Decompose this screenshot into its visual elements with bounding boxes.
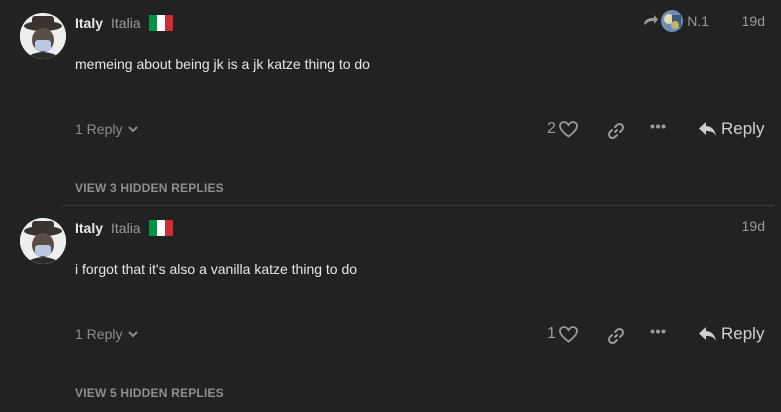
post-controls: 1 Reply 1 Reply — [0, 320, 781, 350]
post-date[interactable]: 19d — [742, 13, 765, 29]
post-meta: Italy Italia — [75, 218, 173, 238]
chevron-down-icon — [128, 330, 139, 337]
reply-to-avatar — [661, 10, 684, 32]
post: Italy Italia 19d i forgot that it's also… — [0, 205, 781, 412]
user-avatar[interactable] — [20, 218, 66, 264]
show-replies-button[interactable]: 1 Reply — [75, 326, 139, 342]
reply-to-tab[interactable]: N.1 — [643, 10, 709, 32]
replies-label: 1 Reply — [75, 326, 123, 342]
post: Italy Italia N.1 19d memeing about being… — [0, 0, 781, 205]
link-icon[interactable] — [607, 122, 625, 140]
heart-icon[interactable] — [559, 325, 578, 343]
replies-label: 1 Reply — [75, 121, 123, 137]
full-name: Italia — [111, 15, 141, 31]
post-body: i forgot that it's also a vanilla katze … — [75, 261, 358, 277]
show-replies-button[interactable]: 1 Reply — [75, 121, 139, 137]
more-options-icon[interactable] — [650, 329, 666, 334]
reply-arrow-icon — [644, 15, 659, 25]
username[interactable]: Italy — [75, 220, 103, 236]
like-group: 1 — [547, 325, 578, 343]
reply-to-name: N.1 — [687, 13, 709, 29]
heart-icon[interactable] — [559, 120, 578, 138]
reply-icon — [699, 122, 716, 136]
post-date[interactable]: 19d — [742, 218, 765, 234]
more-options-icon[interactable] — [650, 124, 666, 129]
reply-label: Reply — [721, 119, 765, 138]
reply-icon — [699, 327, 716, 341]
user-avatar[interactable] — [20, 13, 66, 59]
view-hidden-replies-button[interactable]: VIEW 3 HIDDEN REPLIES — [75, 181, 224, 195]
reply-button[interactable]: Reply — [698, 324, 764, 344]
post-meta: Italy Italia — [75, 13, 173, 33]
italy-flag-icon — [148, 15, 173, 31]
like-count[interactable]: 1 — [547, 325, 556, 343]
italy-flag-icon — [148, 220, 173, 236]
username[interactable]: Italy — [75, 15, 103, 31]
view-hidden-replies-button[interactable]: VIEW 5 HIDDEN REPLIES — [75, 386, 224, 400]
full-name: Italia — [111, 220, 141, 236]
like-count[interactable]: 2 — [547, 120, 556, 138]
topic-thread: Italy Italia N.1 19d memeing about being… — [0, 0, 781, 412]
post-controls: 1 Reply 2 Reply — [0, 115, 781, 145]
reply-button[interactable]: Reply — [698, 119, 764, 139]
chevron-down-icon — [128, 125, 139, 132]
like-group: 2 — [547, 120, 578, 138]
post-body: memeing about being jk is a jk katze thi… — [75, 56, 370, 72]
reply-label: Reply — [721, 324, 765, 343]
link-icon[interactable] — [607, 327, 625, 345]
